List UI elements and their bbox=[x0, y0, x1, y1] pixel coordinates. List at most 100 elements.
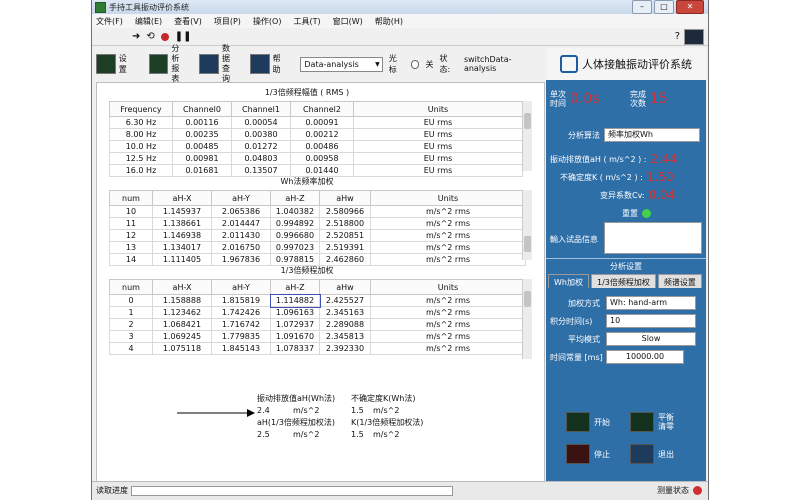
col-ah-y: aH-Y bbox=[211, 279, 271, 295]
input-info-field[interactable] bbox=[604, 222, 702, 254]
cursor-state: 关 bbox=[425, 59, 434, 69]
weight-row: 加权方式 Wh: hand-arm bbox=[568, 296, 696, 310]
menu-operate[interactable]: 操作(O) bbox=[253, 16, 282, 27]
run-arrow-icon[interactable]: ➜ bbox=[132, 31, 140, 42]
evaluation-panel: 人体接触振动评价系统 单次 时间 0.0s 完成 次数 15 分析算法 频率加权… bbox=[546, 48, 706, 494]
table-row[interactable]: 12.5 Hz 0.00981 0.04803 0.00958 EU rms bbox=[109, 152, 523, 165]
menu-project[interactable]: 项目(P) bbox=[214, 16, 241, 27]
integ-input[interactable]: 10 bbox=[606, 314, 696, 328]
balance-zero-button[interactable]: 平衡 清零 bbox=[630, 412, 674, 432]
cv-row: 变异系数Cv: 0.04 bbox=[600, 188, 675, 202]
pause-icon[interactable]: ❚❚ bbox=[175, 31, 192, 42]
continuous-run-icon[interactable]: ⟲ bbox=[146, 31, 154, 42]
avg-select[interactable]: Slow bbox=[606, 332, 696, 346]
cursor-label: 光标 bbox=[388, 54, 397, 74]
cell: 1.078337 bbox=[270, 342, 320, 355]
cell: 2.392330 bbox=[319, 342, 371, 355]
cell: 0.00116 bbox=[172, 116, 232, 129]
table-row[interactable]: 13 1.134017 2.016750 0.997023 2.519391 m/s^2 … bbox=[109, 241, 526, 254]
col-ah-z: aH-Z bbox=[270, 190, 320, 206]
vib-wh-value: 2.4 bbox=[257, 406, 270, 415]
input-info-label: 輸入试品信息 bbox=[550, 235, 598, 244]
selected-cell[interactable]: 1.114882 bbox=[269, 293, 321, 308]
abort-icon[interactable] bbox=[160, 32, 169, 41]
table-row[interactable]: 11 1.138661 2.014447 0.994892 2.518800 m/s^2 … bbox=[109, 217, 526, 230]
cell: 1.096163 bbox=[270, 306, 320, 319]
cell: m/s^2 rms bbox=[370, 241, 526, 254]
table-row[interactable]: 0 1.158888 1.815819 1.114882 2.425527 m/s^2 r… bbox=[109, 293, 526, 308]
menu-help[interactable]: 帮助(H) bbox=[375, 16, 403, 27]
table-row[interactable]: 3 1.069245 1.779835 1.091670 2.345813 m/s^2 r… bbox=[109, 330, 526, 343]
cell: m/s^2 rms bbox=[370, 205, 526, 218]
help-icon bbox=[249, 54, 270, 74]
vi-icon bbox=[684, 29, 704, 45]
table-row[interactable]: 4 1.075118 1.845143 1.078337 2.392330 m/s^2 r… bbox=[109, 342, 526, 355]
cell: 2.425527 bbox=[319, 294, 371, 307]
table-row[interactable]: 12 1.146938 2.011430 0.996680 2.520851 m/s^2 … bbox=[109, 229, 526, 242]
reset-row[interactable]: 重置 bbox=[622, 208, 651, 219]
cell: 0.13507 bbox=[231, 164, 291, 177]
cell: 8.00 Hz bbox=[109, 128, 173, 141]
main-toolbar: 设置 分析 报表 数据 查询 帮助 Data-analysis ▼ 光标 关 状… bbox=[96, 44, 543, 83]
tc-input[interactable]: 10000.00 bbox=[606, 350, 684, 364]
cell: EU rms bbox=[353, 140, 523, 153]
cell: 1.040382 bbox=[270, 205, 320, 218]
cell: 1 bbox=[109, 306, 153, 319]
table-row[interactable]: 14 1.111405 1.967836 0.978815 2.462860 m/s^2 … bbox=[109, 253, 526, 266]
start-button[interactable]: 开始 bbox=[566, 412, 610, 432]
reset-led-icon[interactable] bbox=[642, 209, 651, 218]
cell: m/s^2 rms bbox=[370, 217, 526, 230]
cell: 1.091670 bbox=[270, 330, 320, 343]
minimize-button[interactable]: – bbox=[632, 0, 652, 14]
cell: 11 bbox=[109, 217, 153, 230]
maximize-button[interactable]: □ bbox=[654, 0, 674, 14]
table-row[interactable]: 1 1.123462 1.742426 1.096163 2.345163 m/s^2 r… bbox=[109, 306, 526, 319]
cell: 0 bbox=[109, 294, 153, 307]
cell: 0.994892 bbox=[270, 217, 320, 230]
menu-bar: 文件(F) 编辑(E) 查看(V) 项目(P) 操作(O) 工具(T) 窗口(W… bbox=[92, 14, 708, 28]
exit-button[interactable]: 退出 bbox=[630, 444, 674, 464]
col-channel0: Channel0 bbox=[172, 101, 232, 117]
algo-select[interactable]: 频率加权Wh bbox=[604, 128, 700, 142]
menu-tools[interactable]: 工具(T) bbox=[293, 16, 320, 27]
cv-label: 变异系数Cv: bbox=[600, 190, 645, 200]
data-query-button[interactable]: 数据 查询 bbox=[199, 44, 238, 84]
table-row[interactable]: 2 1.068421 1.716742 1.072937 2.289088 m/s^2 r… bbox=[109, 318, 526, 331]
weight-label: 加权方式 bbox=[568, 298, 600, 308]
context-help-icon[interactable]: ? bbox=[675, 31, 680, 42]
measure-status-led-icon bbox=[693, 486, 702, 495]
mode-select[interactable]: Data-analysis bbox=[300, 56, 383, 72]
octave-table: num aH-X aH-Y aH-Z aHw Units 0 1.158888 1.… bbox=[109, 279, 526, 355]
help-button[interactable]: 帮助 bbox=[249, 53, 289, 75]
results-panel: 1/3倍频程幅值 ( RMS ) Frequency Channel0 Chan… bbox=[96, 82, 545, 484]
logo-icon bbox=[560, 55, 578, 73]
close-button[interactable]: ✕ bbox=[676, 0, 704, 14]
table-row[interactable]: 8.00 Hz 0.00235 0.00380 0.00212 EU rms bbox=[109, 128, 523, 141]
menu-file[interactable]: 文件(F) bbox=[96, 16, 123, 27]
col-num: num bbox=[109, 279, 153, 295]
table-row[interactable]: 10 1.145937 2.065386 1.040382 2.580966 m/s^2 … bbox=[109, 205, 526, 218]
app-window: 手持工具振动评价系统 – □ ✕ 文件(F) 编辑(E) 查看(V) 项目(P)… bbox=[92, 0, 708, 500]
col-ah-x: aH-X bbox=[152, 190, 212, 206]
menu-view[interactable]: 查看(V) bbox=[174, 16, 202, 27]
cursor-radio[interactable] bbox=[410, 59, 420, 69]
table-row[interactable]: 10.0 Hz 0.00485 0.01272 0.00486 EU rms bbox=[109, 140, 523, 153]
rms-table-scrollbar[interactable] bbox=[522, 101, 532, 171]
app-icon bbox=[95, 1, 106, 13]
weight-select[interactable]: Wh: hand-arm bbox=[606, 296, 696, 310]
settings-section-label: 分析设置 bbox=[610, 262, 642, 271]
complete-label-1: 完成 bbox=[630, 90, 646, 99]
cell: 1.123462 bbox=[152, 306, 212, 319]
cell: 1.158888 bbox=[152, 294, 212, 307]
menu-window[interactable]: 窗口(W) bbox=[333, 16, 363, 27]
menu-edit[interactable]: 编辑(E) bbox=[135, 16, 162, 27]
settings-button[interactable]: 设置 bbox=[96, 53, 135, 75]
wh-table-scrollbar[interactable] bbox=[522, 190, 532, 260]
cell: m/s^2 rms bbox=[370, 253, 526, 266]
octave-table-scrollbar[interactable] bbox=[522, 279, 532, 359]
unc-value: 1.50 bbox=[646, 170, 674, 184]
table-row[interactable]: 16.0 Hz 0.01681 0.13507 0.01440 EU rms bbox=[109, 164, 523, 177]
table-row[interactable]: 6.30 Hz 0.00116 0.00054 0.00091 EU rms bbox=[109, 116, 523, 129]
analysis-report-button[interactable]: 分析 报表 bbox=[148, 44, 188, 84]
stop-button[interactable]: 停止 bbox=[566, 444, 610, 464]
